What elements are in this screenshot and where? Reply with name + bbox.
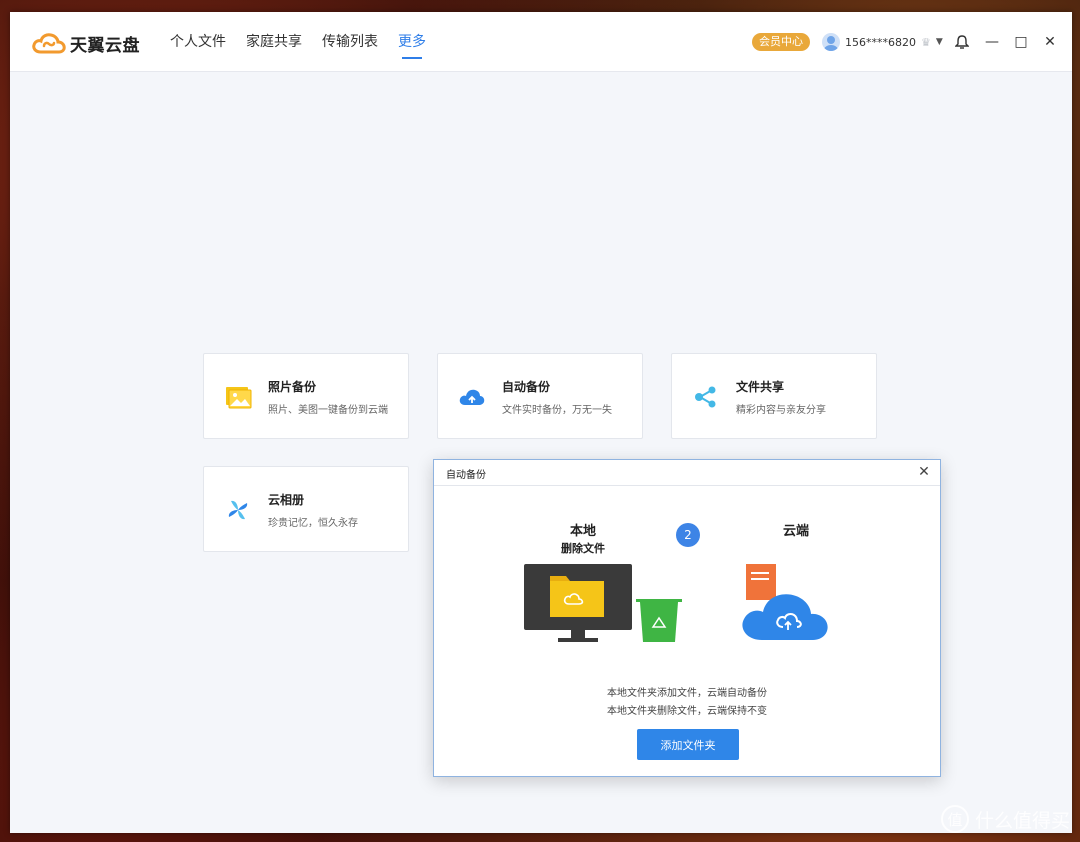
user-menu[interactable]: 156****6820 ♛ ▼ (822, 32, 943, 52)
close-window-button[interactable]: ✕ (1040, 32, 1060, 52)
minimize-button[interactable]: — (982, 32, 1002, 52)
watermark-logo: 值 (940, 805, 969, 833)
crown-icon: ♛ (921, 35, 931, 49)
notification-bell-icon[interactable] (952, 32, 972, 52)
dialog-title: 自动备份 (446, 470, 486, 481)
maximize-button[interactable]: □ (1011, 32, 1031, 52)
cloud-logo-icon (32, 33, 66, 54)
username: 156****6820 (845, 35, 916, 49)
avatar (822, 33, 840, 51)
add-folder-button[interactable]: 添加文件夹 (637, 729, 739, 760)
tab-transfer-list[interactable]: 传输列表 (322, 12, 378, 72)
backup-illustration (524, 564, 828, 642)
pinwheel-icon (228, 500, 248, 520)
close-icon[interactable]: ✕ (916, 464, 932, 480)
vip-center-button[interactable]: 会员中心 (752, 33, 810, 51)
card-description: 珍贵记忆，恒久永存 (268, 518, 358, 529)
more-features-panel: 照片备份 照片、美图一键备份到云端 自动备份 文件实时备份，万无一失 文件共享 … (10, 73, 1072, 833)
info-line: 本地文件夹添加文件，云端自动备份 (607, 688, 767, 699)
card-description: 照片、美图一键备份到云端 (268, 405, 388, 416)
auto-backup-dialog: 自动备份 ✕ 本地 删除文件 2 云端 本地文件夹添加文件，云端自动备份 本地文… (433, 459, 941, 777)
tab-personal-files[interactable]: 个人文件 (170, 12, 226, 72)
cloud-album-card[interactable]: 云相册 珍贵记忆，恒久永存 (203, 466, 409, 552)
watermark-text: 什么值得买 (974, 809, 1070, 832)
document-icon (746, 564, 776, 600)
local-label: 本地 (569, 524, 596, 539)
card-description: 精彩内容与亲友分享 (736, 405, 826, 416)
cloud-label: 云端 (782, 524, 809, 539)
monitor-icon (524, 564, 632, 642)
title-bar: 天翼云盘 个人文件 家庭共享 传输列表 更多 会员中心 156****6820 … (10, 12, 1072, 72)
info-line: 本地文件夹删除文件，云端保持不变 (607, 706, 767, 717)
photo-icon (226, 387, 252, 409)
dialog-header: 自动备份 ✕ (434, 460, 940, 486)
cloud-upload-icon (459, 389, 485, 405)
site-watermark: 值 什么值得买 (940, 804, 1070, 834)
card-title: 自动备份 (502, 380, 551, 394)
step-badge: 2 (676, 523, 700, 547)
card-title: 文件共享 (736, 380, 785, 394)
tab-family-share[interactable]: 家庭共享 (246, 12, 302, 72)
auto-backup-card[interactable]: 自动备份 文件实时备份，万无一失 (437, 353, 643, 439)
cloud-icon (742, 594, 828, 640)
card-description: 文件实时备份，万无一失 (502, 405, 612, 416)
share-icon (695, 386, 716, 408)
tab-more[interactable]: 更多 (398, 12, 426, 72)
recycle-bin-icon (636, 599, 682, 642)
main-nav: 个人文件 家庭共享 传输列表 更多 (170, 12, 446, 72)
app-window: 天翼云盘 个人文件 家庭共享 传输列表 更多 会员中心 156****6820 … (10, 12, 1072, 833)
file-share-card[interactable]: 文件共享 精彩内容与亲友分享 (671, 353, 877, 439)
card-title: 照片备份 (268, 380, 317, 394)
app-name: 天翼云盘 (70, 35, 140, 56)
app-logo: 天翼云盘 (32, 30, 140, 56)
chevron-down-icon: ▼ (935, 37, 943, 47)
local-subtitle: 删除文件 (561, 542, 605, 555)
card-title: 云相册 (268, 493, 305, 507)
photo-backup-card[interactable]: 照片备份 照片、美图一键备份到云端 (203, 353, 409, 439)
